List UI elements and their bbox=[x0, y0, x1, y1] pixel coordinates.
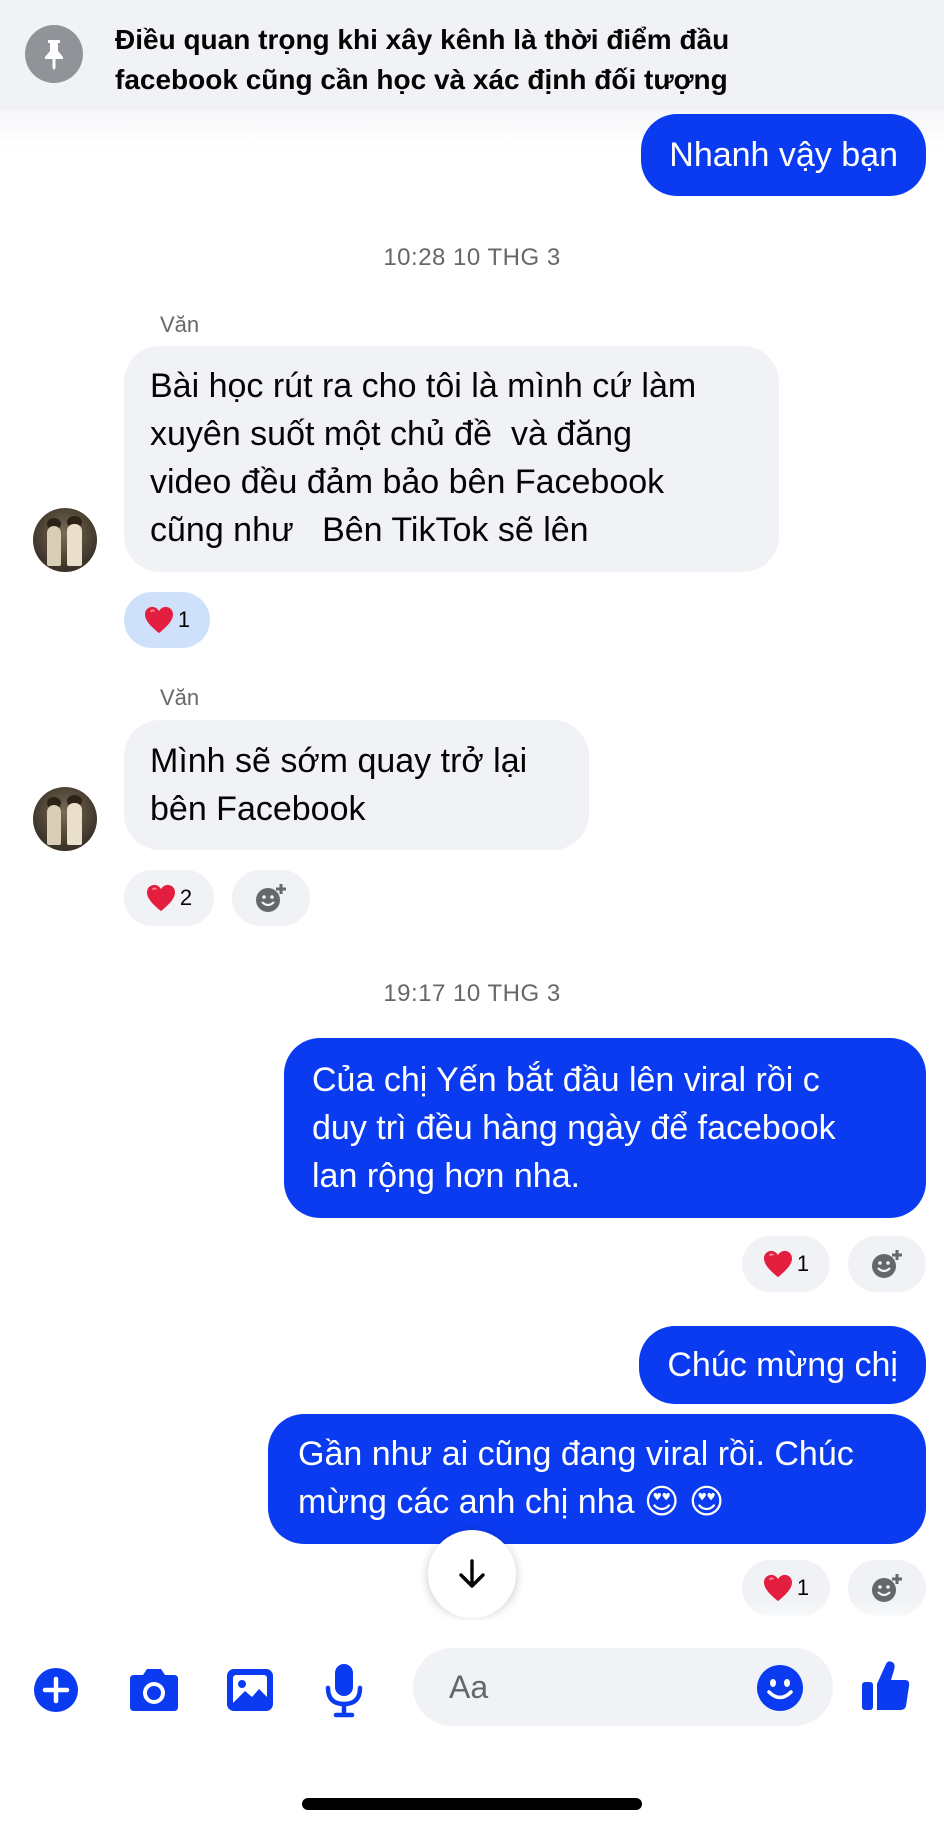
reaction-count: 1 bbox=[177, 607, 191, 632]
outgoing-message[interactable]: Chúc mừng chị bbox=[639, 1326, 926, 1404]
outgoing-message[interactable]: Gần như ai cũng đang viral rồi. Chúc mừn… bbox=[268, 1414, 926, 1544]
sender-name: Văn bbox=[160, 685, 200, 710]
message-line: bên Facebook bbox=[150, 790, 366, 828]
plus-icon bbox=[34, 1668, 78, 1712]
sender-name: Văn bbox=[160, 312, 200, 337]
message-text: Chúc mừng chị bbox=[667, 1346, 898, 1384]
message-input[interactable] bbox=[449, 1666, 729, 1708]
message-line: cũng như Bên TikTok sẽ lên bbox=[150, 511, 589, 549]
add-reaction-icon bbox=[872, 1250, 902, 1278]
incoming-message[interactable]: Bài học rút ra cho tôi là mình cứ làm xu… bbox=[124, 346, 779, 572]
reaction-count: 1 bbox=[796, 1251, 810, 1276]
pinned-message-banner[interactable]: Điều quan trọng khi xây kênh là thời điể… bbox=[0, 0, 944, 110]
reaction-badge[interactable]: 2 bbox=[124, 870, 214, 926]
outgoing-message[interactable]: Nhanh vậy bạn bbox=[641, 114, 926, 196]
pinned-line-1: Điều quan trọng khi xây kênh là thời điể… bbox=[115, 24, 730, 55]
outgoing-message[interactable]: Của chị Yến bắt đầu lên viral rồi c duy … bbox=[284, 1038, 926, 1218]
pinned-message-text: Điều quan trọng khi xây kênh là thời điể… bbox=[115, 20, 935, 100]
heart-icon bbox=[144, 606, 173, 634]
message-line: lan rộng hơn nha. bbox=[312, 1157, 581, 1195]
message-line: mừng các anh chị nha 😍 😍 bbox=[298, 1483, 725, 1521]
message-line: Mình sẽ sớm quay trở lại bbox=[150, 742, 528, 780]
message-line: xuyên suốt một chủ đề và đăng bbox=[150, 415, 632, 453]
pinned-line-2: facebook cũng cần học và xác định đối tư… bbox=[115, 64, 728, 95]
home-indicator bbox=[302, 1798, 642, 1810]
heart-icon bbox=[763, 1250, 792, 1278]
message-text: Nhanh vậy bạn bbox=[669, 136, 898, 174]
incoming-message[interactable]: Mình sẽ sớm quay trở lại bên Facebook bbox=[124, 720, 589, 850]
emoji-icon bbox=[757, 1665, 803, 1711]
add-reaction-button[interactable] bbox=[848, 1236, 926, 1292]
pin-icon bbox=[25, 25, 83, 83]
reaction-count: 1 bbox=[796, 1575, 810, 1600]
image-icon bbox=[227, 1669, 273, 1711]
emoji-button[interactable] bbox=[754, 1662, 806, 1714]
plus-button[interactable] bbox=[30, 1664, 82, 1716]
timestamp: 19:17 10 THG 3 bbox=[383, 980, 561, 1007]
timestamp: 10:28 10 THG 3 bbox=[383, 244, 561, 271]
microphone-icon bbox=[325, 1664, 363, 1718]
avatar[interactable] bbox=[33, 508, 97, 572]
message-line: Bài học rút ra cho tôi là mình cứ làm bbox=[150, 367, 697, 405]
message-line: Gần như ai cũng đang viral rồi. Chúc bbox=[298, 1435, 854, 1473]
reaction-badge[interactable]: 1 bbox=[742, 1236, 830, 1292]
camera-button[interactable] bbox=[124, 1662, 184, 1718]
message-line: duy trì đều hàng ngày để facebook bbox=[312, 1109, 836, 1147]
add-reaction-button[interactable] bbox=[232, 870, 310, 926]
gallery-button[interactable] bbox=[222, 1662, 278, 1718]
add-reaction-icon bbox=[256, 884, 286, 912]
like-button[interactable] bbox=[858, 1656, 914, 1716]
heart-icon bbox=[146, 884, 175, 912]
message-line: video đều đảm bảo bên Facebook bbox=[150, 463, 665, 501]
heart-icon bbox=[763, 1574, 792, 1602]
voice-button[interactable] bbox=[318, 1660, 370, 1720]
thumbs-up-icon bbox=[862, 1661, 910, 1710]
arrow-down-icon bbox=[459, 1559, 485, 1588]
reaction-count: 2 bbox=[179, 885, 193, 910]
avatar[interactable] bbox=[33, 787, 97, 851]
message-line: Của chị Yến bắt đầu lên viral rồi c bbox=[312, 1061, 820, 1099]
camera-icon bbox=[130, 1669, 178, 1711]
reaction-badge[interactable]: 1 bbox=[124, 592, 210, 648]
